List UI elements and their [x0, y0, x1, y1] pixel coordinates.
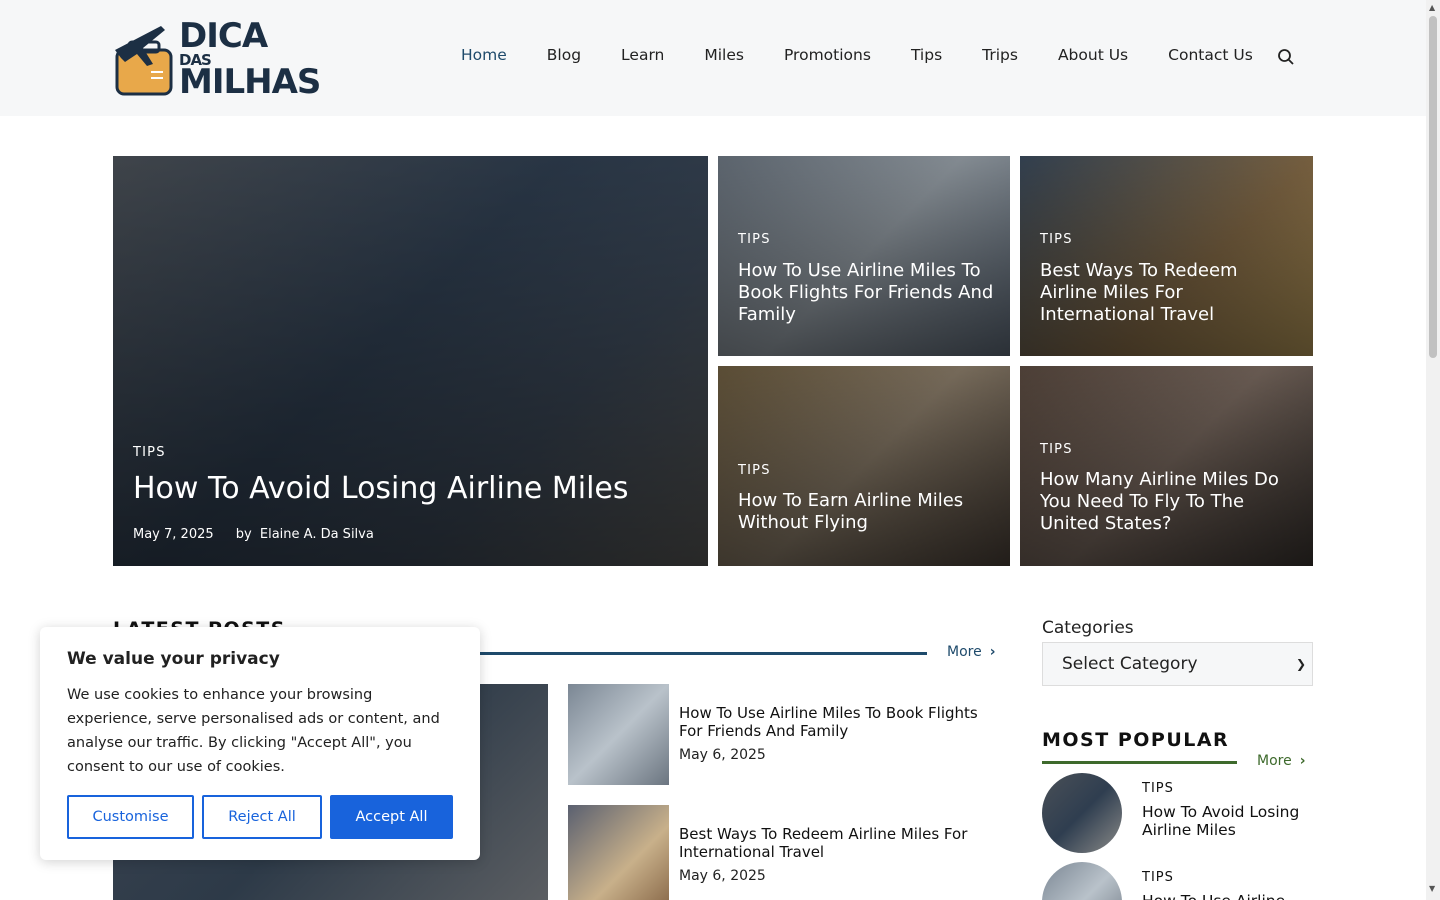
post-category[interactable]: TIPS [738, 463, 771, 478]
post-by: by [235, 527, 252, 542]
post-category[interactable]: TIPS [738, 232, 771, 247]
post-title[interactable]: How To Use Airline Miles To Book Flights… [679, 704, 999, 740]
customise-button[interactable]: Customise [67, 795, 194, 839]
post-category[interactable]: TIPS [133, 445, 166, 460]
featured-post[interactable]: TIPS Best Ways To Redeem Airline Miles F… [1020, 156, 1313, 356]
post-title[interactable]: How To Use Airline Miles To Book Flights… [738, 260, 998, 326]
post-title[interactable]: How To Use Airline [1142, 892, 1312, 900]
post-title[interactable]: How To Avoid Losing Airline Miles [133, 471, 629, 507]
accept-all-button[interactable]: Accept All [330, 795, 453, 839]
cookie-text: We use cookies to enhance your browsing … [67, 687, 440, 775]
site-logo[interactable]: DICA DAS MILHAS [113, 16, 321, 100]
post-meta: May 7, 2025 by Elaine A. Da Silva [133, 527, 374, 542]
list-item[interactable]: How To Use Airline Miles To Book Flights… [568, 684, 1008, 785]
reject-all-button[interactable]: Reject All [202, 795, 322, 839]
chevron-down-icon: ❯ [1295, 657, 1306, 671]
post-thumbnail[interactable] [1042, 862, 1122, 900]
post-category[interactable]: TIPS [1142, 870, 1174, 885]
post-thumbnail[interactable] [1042, 773, 1122, 853]
nav-trips[interactable]: Trips [982, 46, 1018, 64]
chevron-right-icon: › [989, 644, 996, 660]
featured-post-main[interactable]: TIPS How To Avoid Losing Airline Miles M… [113, 156, 708, 566]
category-select-value: Select Category [1062, 654, 1198, 674]
post-title[interactable]: Best Ways To Redeem Airline Miles For In… [1040, 260, 1300, 326]
post-thumbnail[interactable] [568, 684, 669, 785]
logo-line3: MILHAS [179, 62, 321, 102]
nav-contact-us[interactable]: Contact Us [1168, 46, 1253, 64]
cookie-consent-banner: We value your privacy We use cookies to … [40, 627, 480, 860]
nav-home[interactable]: Home [461, 46, 507, 64]
nav-about-us[interactable]: About Us [1058, 46, 1128, 64]
more-label: More [947, 644, 982, 660]
featured-image-overlay [1020, 366, 1313, 566]
scroll-down-icon[interactable]: ▼ [1429, 884, 1435, 893]
post-title[interactable]: How To Avoid Losing Airline Miles [1142, 803, 1312, 839]
list-item[interactable]: TIPS How To Use Airline [1042, 862, 1313, 900]
post-date: May 6, 2025 [679, 747, 766, 763]
popular-more-link[interactable]: More › [1257, 753, 1306, 769]
search-icon[interactable] [1277, 48, 1295, 66]
chevron-right-icon: › [1299, 753, 1306, 769]
post-date: May 6, 2025 [679, 868, 766, 884]
section-divider [1042, 761, 1237, 764]
post-title[interactable]: Best Ways To Redeem Airline Miles For In… [679, 825, 999, 861]
more-label: More [1257, 753, 1292, 769]
post-category[interactable]: TIPS [1040, 232, 1073, 247]
scrollbar-thumb[interactable] [1429, 16, 1437, 358]
post-category[interactable]: TIPS [1040, 442, 1073, 457]
page: DICA DAS MILHAS Home Blog Learn Miles Pr… [0, 0, 1440, 900]
post-title[interactable]: How Many Airline Miles Do You Need To Fl… [1040, 469, 1300, 535]
post-thumbnail[interactable] [568, 805, 669, 900]
nav-blog[interactable]: Blog [547, 46, 581, 64]
featured-image-overlay [1020, 156, 1313, 356]
cookie-title: We value your privacy [67, 649, 280, 669]
site-header: DICA DAS MILHAS Home Blog Learn Miles Pr… [0, 0, 1426, 116]
featured-post[interactable]: TIPS How Many Airline Miles Do You Need … [1020, 366, 1313, 566]
plane-suitcase-icon [115, 26, 173, 96]
post-category[interactable]: TIPS [1142, 781, 1174, 796]
post-author[interactable]: Elaine A. Da Silva [260, 527, 374, 542]
nav-learn[interactable]: Learn [621, 46, 664, 64]
categories-label: Categories [1042, 618, 1134, 638]
nav-promotions[interactable]: Promotions [784, 46, 871, 64]
featured-post[interactable]: TIPS How To Earn Airline Miles Without F… [718, 366, 1010, 566]
list-item[interactable]: Best Ways To Redeem Airline Miles For In… [568, 805, 1008, 900]
most-popular-heading: MOST POPULAR [1042, 729, 1230, 751]
list-item[interactable]: TIPS How To Avoid Losing Airline Miles [1042, 773, 1313, 853]
nav-miles[interactable]: Miles [704, 46, 744, 64]
page-scrollbar[interactable]: ▲ ▼ [1426, 0, 1440, 900]
featured-image-overlay [718, 156, 1010, 356]
post-date: May 7, 2025 [133, 527, 214, 542]
scroll-up-icon[interactable]: ▲ [1429, 3, 1435, 12]
featured-post[interactable]: TIPS How To Use Airline Miles To Book Fl… [718, 156, 1010, 356]
post-title[interactable]: How To Earn Airline Miles Without Flying [738, 490, 998, 534]
nav-tips[interactable]: Tips [911, 46, 942, 64]
latest-more-link[interactable]: More › [947, 644, 996, 660]
logo-line1: DICA [179, 16, 268, 56]
category-select[interactable]: Select Category ❯ [1042, 642, 1313, 686]
main-nav: Home Blog Learn Miles Promotions Tips Tr… [461, 46, 1293, 64]
